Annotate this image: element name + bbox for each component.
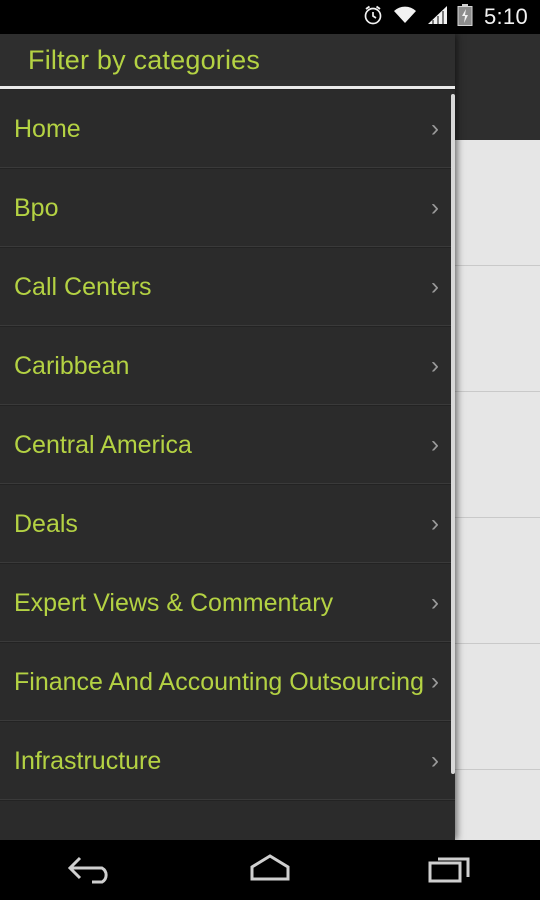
back-arrow-icon (62, 851, 118, 890)
chevron-right-icon: › (431, 351, 439, 379)
drawer-item-label: Finance And Accounting Outsourcing (14, 667, 424, 696)
recents-icon (422, 851, 478, 890)
wifi-icon (393, 5, 417, 30)
drawer-item[interactable]: › (0, 800, 455, 840)
phone-screen: N (0, 0, 540, 900)
chevron-right-icon: › (431, 114, 439, 142)
drawer-title: Filter by categories (28, 44, 261, 75)
drawer-item[interactable]: Finance And Accounting Outsourcing › (0, 642, 455, 721)
home-button[interactable] (180, 840, 360, 900)
chevron-right-icon: › (431, 193, 439, 221)
drawer-item[interactable]: Caribbean › (0, 326, 455, 405)
drawer-item[interactable]: Bpo › (0, 168, 455, 247)
drawer-item-label: Central America (14, 430, 192, 459)
chevron-right-icon: › (431, 588, 439, 616)
signal-icon (426, 5, 448, 30)
chevron-right-icon: › (431, 746, 439, 774)
drawer-item[interactable]: Central America › (0, 405, 455, 484)
drawer-item[interactable]: Deals › (0, 484, 455, 563)
status-bar-clock: 5:10 (483, 4, 528, 29)
drawer-item[interactable]: Call Centers › (0, 247, 455, 326)
chevron-right-icon: › (431, 272, 439, 300)
category-list[interactable]: Home › Bpo › Call Centers › Caribbean › Central … (0, 89, 455, 840)
drawer-item-label: Caribbean (14, 351, 130, 380)
chevron-right-icon: › (431, 509, 439, 537)
back-button[interactable] (0, 840, 180, 900)
chevron-right-icon: › (431, 667, 439, 695)
system-navigation-bar[interactable] (0, 840, 540, 900)
battery-charging-icon (457, 3, 473, 31)
drawer-item[interactable]: Infrastructure › (0, 721, 455, 800)
drawer-item-label: Bpo (14, 193, 59, 222)
navigation-drawer[interactable]: Filter by categories Home › Bpo › Call Cente… (0, 34, 455, 840)
drawer-item-label: Expert Views & Commentary (14, 588, 334, 617)
alarm-icon (362, 4, 384, 31)
chevron-right-icon: › (431, 430, 439, 458)
drawer-item[interactable]: Home › (0, 89, 455, 168)
drawer-item-label: Deals (14, 509, 78, 538)
drawer-item-label: Home (14, 114, 81, 143)
drawer-item-label: Call Centers (14, 272, 152, 301)
home-icon (242, 851, 298, 890)
drawer-item[interactable]: Expert Views & Commentary › (0, 563, 455, 642)
recents-button[interactable] (360, 840, 540, 900)
drawer-item-label: Infrastructure (14, 746, 162, 775)
drawer-header: Filter by categories (0, 34, 455, 86)
drawer-scrollbar[interactable] (451, 94, 455, 774)
status-bar: 5:10 (0, 0, 540, 34)
